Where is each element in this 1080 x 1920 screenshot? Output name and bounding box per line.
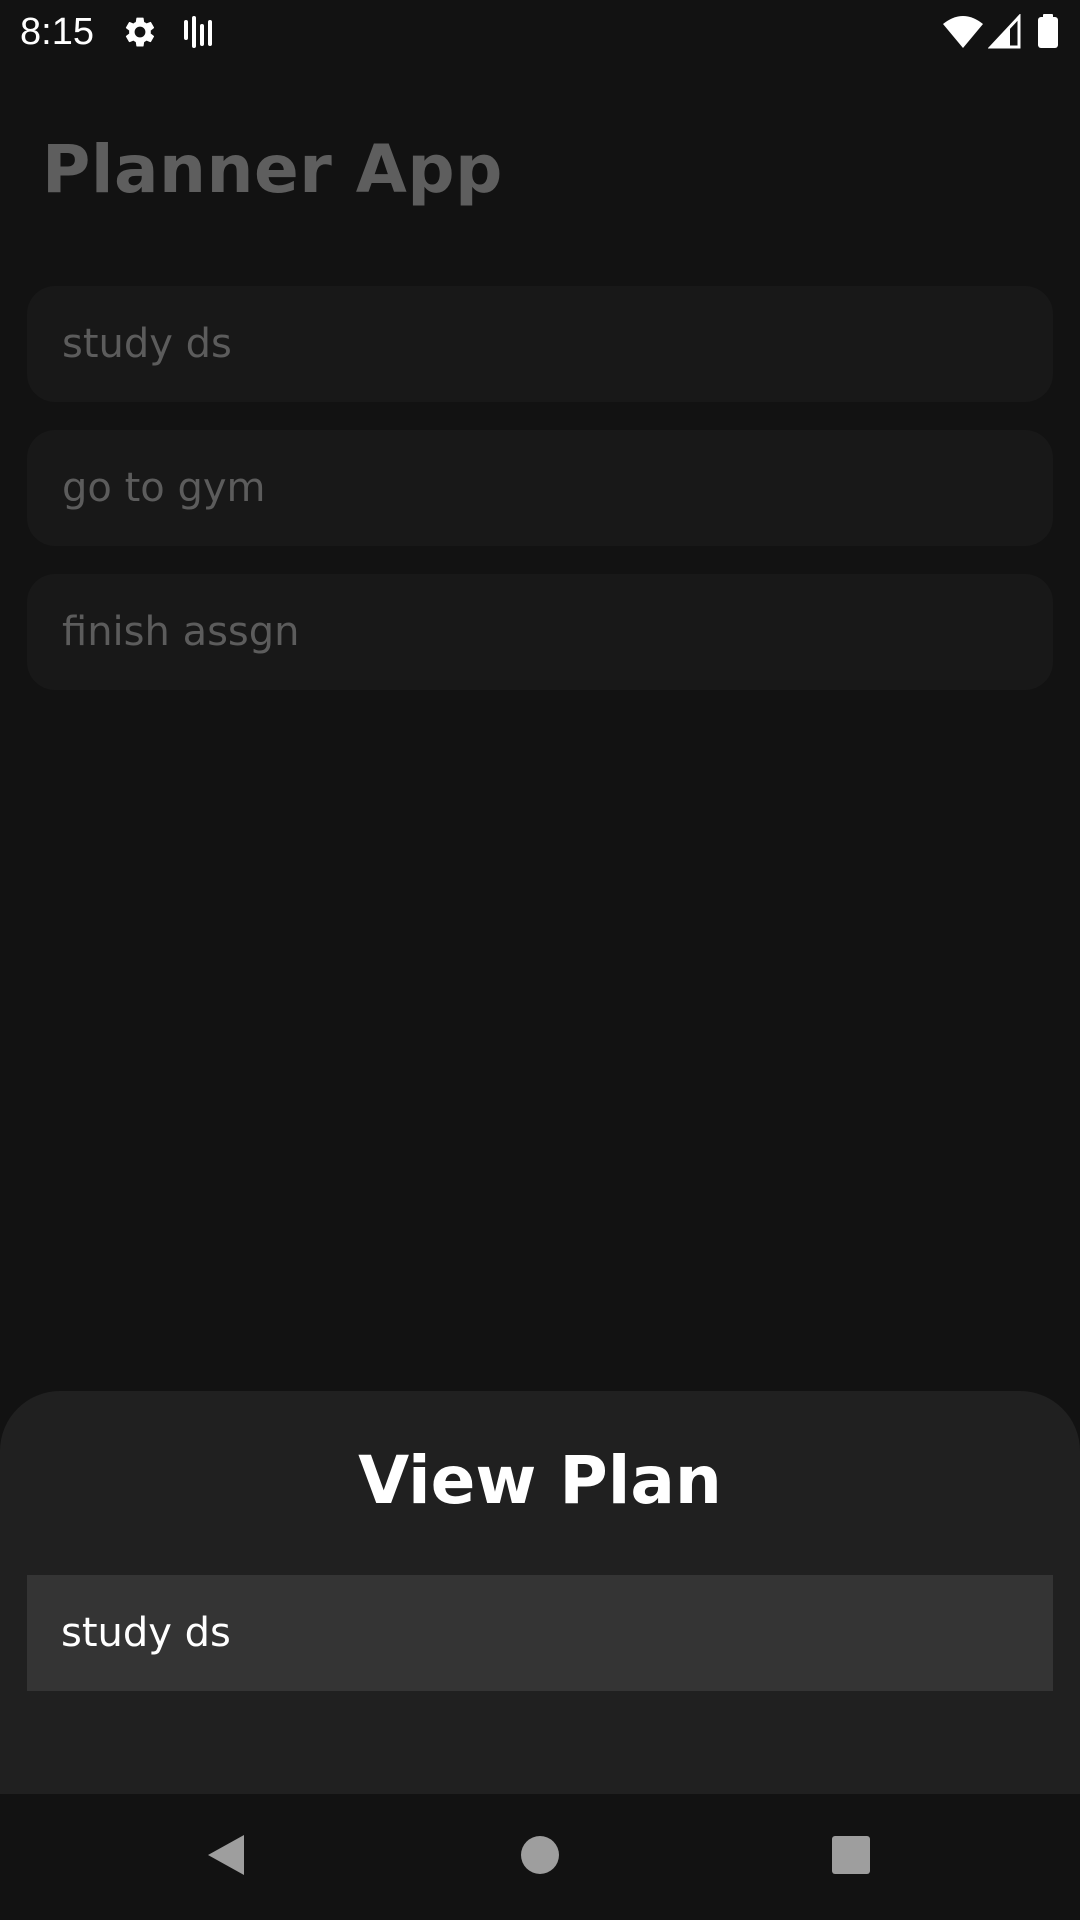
plan-card[interactable]: study ds [27, 286, 1053, 402]
battery-icon [1036, 14, 1060, 54]
plan-card[interactable]: finish assgn [27, 574, 1053, 690]
navigation-bar [0, 1794, 1080, 1920]
cell-signal-icon [987, 13, 1022, 54]
plan-card-label: study ds [62, 321, 232, 367]
app-title: Planner App [42, 131, 503, 208]
settings-gear-icon [122, 14, 158, 54]
screen: 8:15 Planner App study ds go to gym fini… [0, 0, 1080, 1920]
home-icon [520, 1835, 560, 1879]
recents-icon [831, 1835, 871, 1879]
plan-list: study ds go to gym finish assgn [27, 286, 1053, 718]
status-bar: 8:15 [0, 0, 1080, 64]
plan-detail-field[interactable]: study ds [27, 1575, 1053, 1691]
view-plan-sheet: View Plan study ds [0, 1391, 1080, 1794]
home-button[interactable] [500, 1817, 580, 1897]
plan-card-label: go to gym [62, 465, 266, 511]
sound-wave-icon [182, 14, 214, 54]
plan-card[interactable]: go to gym [27, 430, 1053, 546]
recents-button[interactable] [811, 1817, 891, 1897]
plan-detail-text: study ds [61, 1610, 231, 1656]
plan-card-label: finish assgn [62, 609, 300, 655]
status-time: 8:15 [20, 11, 94, 53]
back-button[interactable] [186, 1817, 266, 1897]
wifi-icon [942, 14, 984, 54]
back-icon [204, 1831, 248, 1883]
sheet-title: View Plan [358, 1442, 722, 1519]
